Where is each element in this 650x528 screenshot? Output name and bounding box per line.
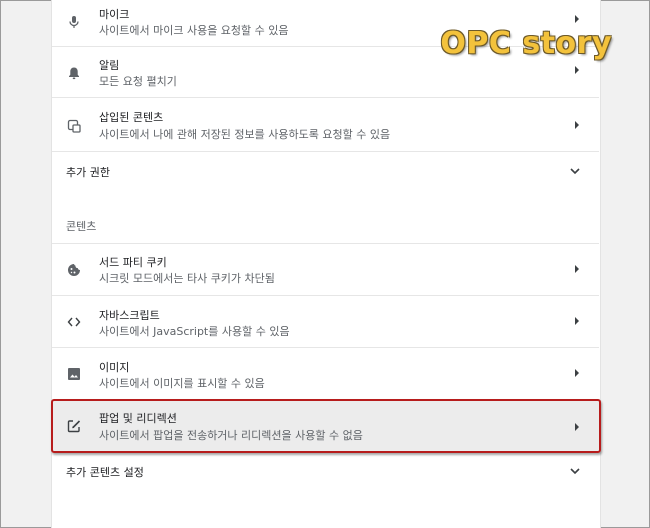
chevron-right-icon (575, 15, 579, 23)
permission-subtitle: 사이트에서 나에 관해 저장된 정보를 사용하도록 요청할 수 있음 (99, 128, 391, 141)
content-title: 이미지 (99, 361, 130, 374)
content-subtitle: 시크릿 모드에서는 타사 쿠키가 차단됨 (99, 272, 275, 285)
content-row-images[interactable]: 이미지 사이트에서 이미지를 표시할 수 있음 (52, 348, 599, 399)
permission-title: 마이크 (99, 8, 130, 21)
permission-subtitle: 모든 요청 펼치기 (99, 75, 177, 88)
chevron-right-icon (575, 66, 579, 74)
additional-content-settings-label: 추가 콘텐츠 설정 (66, 466, 144, 479)
code-icon (66, 314, 82, 330)
additional-permissions-label: 추가 권한 (66, 166, 110, 179)
content-section-heading: 콘텐츠 (66, 220, 97, 233)
additional-permissions-toggle[interactable] (52, 152, 599, 192)
image-icon (66, 366, 82, 382)
annotation-highlight-box (51, 399, 601, 453)
permission-title: 알림 (99, 59, 120, 72)
chevron-down-icon[interactable] (570, 467, 580, 475)
content-subtitle: 사이트에서 이미지를 표시할 수 있음 (99, 377, 265, 390)
bell-icon (66, 65, 82, 81)
permission-title: 삽입된 콘텐츠 (99, 111, 164, 124)
embedded-content-icon (66, 118, 82, 134)
chevron-right-icon (575, 317, 579, 325)
microphone-icon (66, 14, 82, 30)
content-title: 자바스크립트 (99, 309, 160, 322)
chevron-down-icon[interactable] (570, 167, 580, 175)
watermark-logo: OPC story (440, 26, 612, 61)
permission-subtitle: 사이트에서 마이크 사용을 요청할 수 있음 (99, 24, 289, 37)
content-subtitle: 사이트에서 JavaScript를 사용할 수 있음 (99, 325, 290, 338)
chevron-right-icon (575, 369, 579, 377)
content-title: 서드 파티 쿠키 (99, 256, 167, 269)
chevron-right-icon (575, 121, 579, 129)
chevron-right-icon (575, 265, 579, 273)
content-row-third-party-cookies[interactable]: 서드 파티 쿠키 시크릿 모드에서는 타사 쿠키가 차단됨 (52, 244, 599, 295)
content-row-javascript[interactable]: 자바스크립트 사이트에서 JavaScript를 사용할 수 있음 (52, 296, 599, 347)
cookie-icon (66, 262, 82, 278)
permission-row-embedded-content[interactable]: 삽입된 콘텐츠 사이트에서 나에 관해 저장된 정보를 사용하도록 요청할 수 … (52, 98, 599, 150)
